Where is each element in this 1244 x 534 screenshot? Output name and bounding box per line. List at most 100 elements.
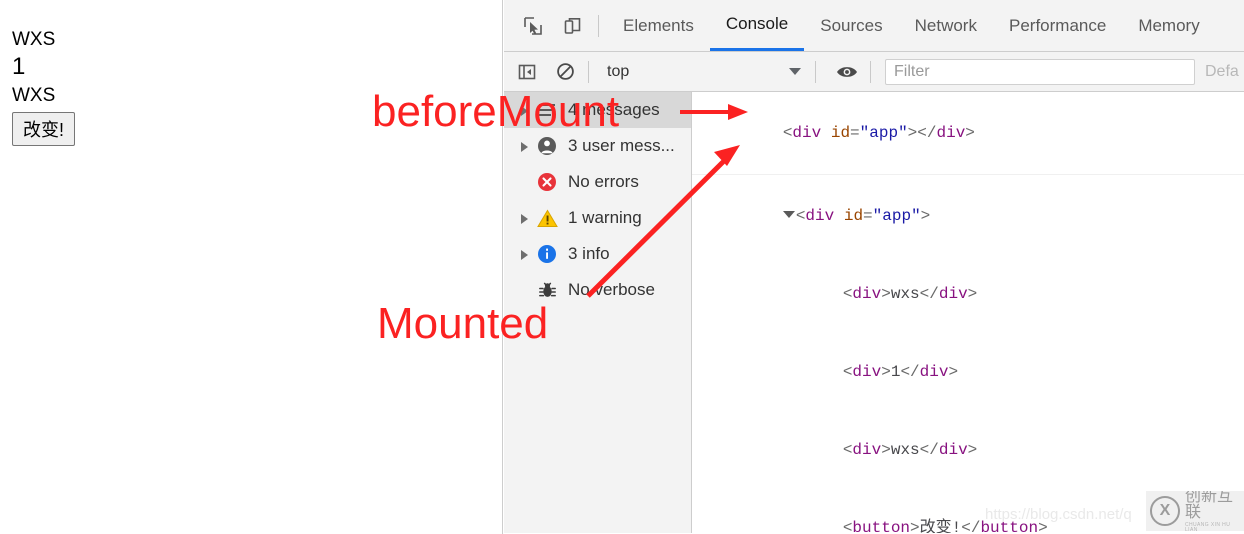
sidebar-item-messages-label: 4 messages xyxy=(568,100,660,119)
c4-lt: < xyxy=(842,519,853,533)
clear-console-icon[interactable] xyxy=(550,57,580,87)
list-glyph xyxy=(539,104,555,116)
toolbar-divider xyxy=(598,14,599,37)
disclosure-triangle-icon[interactable] xyxy=(518,211,532,225)
console-filter-toolbar: top Defa xyxy=(504,52,1244,92)
disclosure-open-icon[interactable] xyxy=(782,211,795,218)
tab-memory[interactable]: Memory xyxy=(1122,0,1215,51)
c3-text: wxs xyxy=(890,441,920,459)
change-button[interactable]: 改变! xyxy=(12,112,76,146)
sidebar-item-errors[interactable]: No errors xyxy=(504,164,691,200)
tab-network[interactable]: Network xyxy=(899,0,993,51)
dom-open-value: "app" xyxy=(872,207,921,225)
warning-glyph xyxy=(536,209,558,227)
dom-child-row[interactable]: <div>1</div> xyxy=(692,333,1244,411)
logo-mark-icon: X xyxy=(1150,496,1180,526)
disclosure-triangle-icon[interactable] xyxy=(518,247,532,261)
page-text-wxs-2: WXS xyxy=(12,85,56,106)
rendered-page-area: WXS 1 WXS 改变! xyxy=(0,0,503,534)
c3-closelt: </ xyxy=(919,441,939,459)
c2-closelt: </ xyxy=(900,363,920,381)
device-toolbar-icon[interactable] xyxy=(556,9,590,43)
tab-sources[interactable]: Sources xyxy=(804,0,898,51)
blog-url-watermark: https://blog.csdn.net/q xyxy=(985,506,1132,523)
inspect-element-icon[interactable] xyxy=(516,9,550,43)
chevron-down-icon xyxy=(789,68,801,75)
info-glyph xyxy=(538,245,556,263)
tab-elements[interactable]: Elements xyxy=(607,0,710,51)
c4-gt: > xyxy=(910,519,920,533)
dom-open-tag: div xyxy=(805,207,835,225)
bug-glyph xyxy=(538,282,556,297)
error-icon xyxy=(536,171,558,193)
c3-closetag: div xyxy=(938,441,968,459)
sidebar-item-warnings[interactable]: 1 warning xyxy=(504,200,691,236)
user-icon xyxy=(536,135,558,157)
page-text-counter: 1 xyxy=(12,53,26,80)
c3-lt: < xyxy=(842,441,853,459)
console-message-dom-collapsed[interactable]: <div id="app"></div> xyxy=(692,92,1244,175)
dom-collapsed-lt: < xyxy=(782,124,793,142)
c1-closegt: > xyxy=(967,285,978,303)
logo-text: 创新互联 CHUANG XIN HU LIAN xyxy=(1185,491,1244,531)
filter-input[interactable] xyxy=(885,58,1195,85)
sidebar-item-info[interactable]: 3 info xyxy=(504,236,691,272)
c2-text: 1 xyxy=(890,363,901,381)
dom-collapsed-attr: id xyxy=(830,124,851,142)
console-sidebar: 4 messages 3 user mess... No errors 1 wa… xyxy=(504,92,692,533)
user-glyph xyxy=(538,137,556,155)
sidebar-item-messages[interactable]: 4 messages xyxy=(504,92,691,128)
devtools-panel: Elements Console Sources Network Perform… xyxy=(504,0,1244,534)
console-body: 4 messages 3 user mess... No errors 1 wa… xyxy=(504,92,1244,533)
dom-open-lt: < xyxy=(795,207,806,225)
list-icon xyxy=(536,99,558,121)
dom-child-row[interactable]: <div>wxs</div> xyxy=(692,411,1244,489)
error-glyph xyxy=(538,173,556,191)
sidebar-item-user-messages[interactable]: 3 user mess... xyxy=(504,128,691,164)
dom-collapsed-value: "app" xyxy=(859,124,908,142)
sidebar-item-verbose-label: No verbose xyxy=(568,280,655,299)
devtools-tabbar: Elements Console Sources Network Perform… xyxy=(504,0,1244,52)
execution-context-select[interactable]: top xyxy=(601,57,807,87)
c3-closegt: > xyxy=(967,441,978,459)
logo-text-cn: 创新互联 xyxy=(1185,491,1234,521)
dom-collapsed-eq: = xyxy=(850,124,860,142)
verbose-icon xyxy=(536,279,558,301)
eye-icon[interactable] xyxy=(832,57,862,87)
disclosure-triangle-icon[interactable] xyxy=(518,103,532,117)
c4-text: 改变! xyxy=(919,519,962,533)
dom-collapsed-tag: div xyxy=(792,124,822,142)
c1-lt: < xyxy=(842,285,853,303)
c1-gt: > xyxy=(881,285,891,303)
sidebar-toggle-icon[interactable] xyxy=(512,57,542,87)
sidebar-item-warnings-label: 1 warning xyxy=(568,208,642,227)
c1-closetag: div xyxy=(938,285,968,303)
eye-glyph xyxy=(837,66,857,77)
c3-tag: div xyxy=(852,441,882,459)
filterbar-divider-3 xyxy=(870,60,871,83)
c2-closegt: > xyxy=(948,363,959,381)
sidebar-item-errors-label: No errors xyxy=(568,172,639,191)
inspect-element-glyph xyxy=(524,16,542,35)
c1-tag: div xyxy=(852,285,882,303)
tab-console[interactable]: Console xyxy=(709,0,805,51)
log-levels-label[interactable]: Defa xyxy=(1205,63,1239,81)
console-message-dom-expanded[interactable]: <div id="app"> xyxy=(692,175,1244,255)
info-icon xyxy=(536,243,558,265)
filterbar-divider-1 xyxy=(588,60,589,83)
sidebar-item-verbose[interactable]: No verbose xyxy=(504,272,691,308)
dom-collapsed-closetag: div xyxy=(936,124,966,142)
tab-performance[interactable]: Performance xyxy=(993,0,1122,51)
dom-child-row[interactable]: <div>wxs</div> xyxy=(692,255,1244,333)
dom-open-attr: id xyxy=(843,207,864,225)
dom-open-gt: > xyxy=(920,207,931,225)
c2-tag: div xyxy=(852,363,882,381)
clear-console-glyph xyxy=(556,63,574,80)
disclosure-triangle-icon[interactable] xyxy=(518,139,532,153)
console-message-list[interactable]: <div id="app"></div> <div id="app"> <div… xyxy=(692,92,1244,533)
dom-collapsed-closegt: > xyxy=(965,124,975,142)
c4-tag: button xyxy=(852,519,911,533)
logo-text-en: CHUANG XIN HU LIAN xyxy=(1185,522,1231,532)
